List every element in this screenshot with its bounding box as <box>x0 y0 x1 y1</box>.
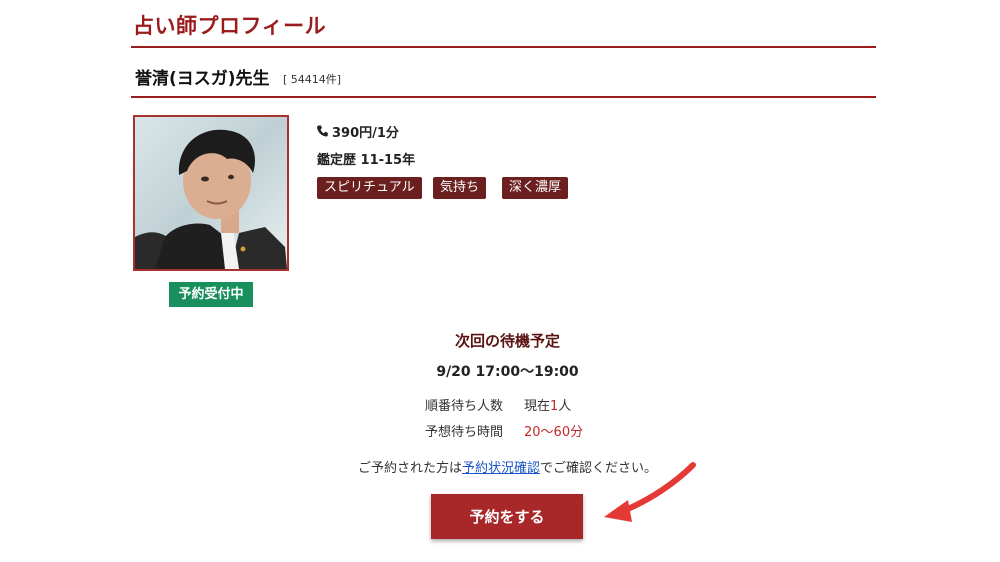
arrow-icon <box>590 458 700 534</box>
teacher-name: 誉清(ヨスガ)先生 <box>135 69 270 89</box>
wait-value: 20〜60分 <box>524 425 584 440</box>
price-value: 390円/1分 <box>332 126 399 141</box>
career-years: 鑑定歴 11-15年 <box>317 153 416 168</box>
tag-spiritual[interactable]: スピリチュアル <box>317 177 422 199</box>
teacher-photo[interactable] <box>133 115 289 271</box>
reserve-button[interactable]: 予約をする <box>431 494 583 539</box>
reservation-status-link[interactable]: 予約状況確認 <box>462 461 540 476</box>
review-count: [ 54414件] <box>283 73 342 86</box>
tag-feelings[interactable]: 気持ち <box>433 177 487 199</box>
queue-value: 現在1人 <box>524 395 571 414</box>
reservation-note: ご予約された方は予約状況確認でご確認ください。 <box>0 457 1000 476</box>
phone-icon <box>317 125 328 141</box>
title-divider <box>131 46 876 48</box>
note-before: ご予約された方は <box>357 461 462 476</box>
queue-suffix: 人 <box>558 399 572 414</box>
queue-prefix: 現在 <box>524 399 551 414</box>
tag-deep[interactable]: 深く濃厚 <box>502 177 569 199</box>
page-title: 占い師プロフィール <box>133 14 327 38</box>
name-divider <box>131 96 876 98</box>
wait-label: 予想待ち時間 <box>425 425 504 440</box>
queue-label: 順番待ち人数 <box>425 399 504 414</box>
price-per-minute: 390円/1分 <box>317 122 399 141</box>
schedule-heading: 次回の待機予定 <box>454 332 560 350</box>
status-badge: 予約受付中 <box>169 282 253 307</box>
schedule-time: 9/20 17:00〜19:00 <box>436 364 579 380</box>
